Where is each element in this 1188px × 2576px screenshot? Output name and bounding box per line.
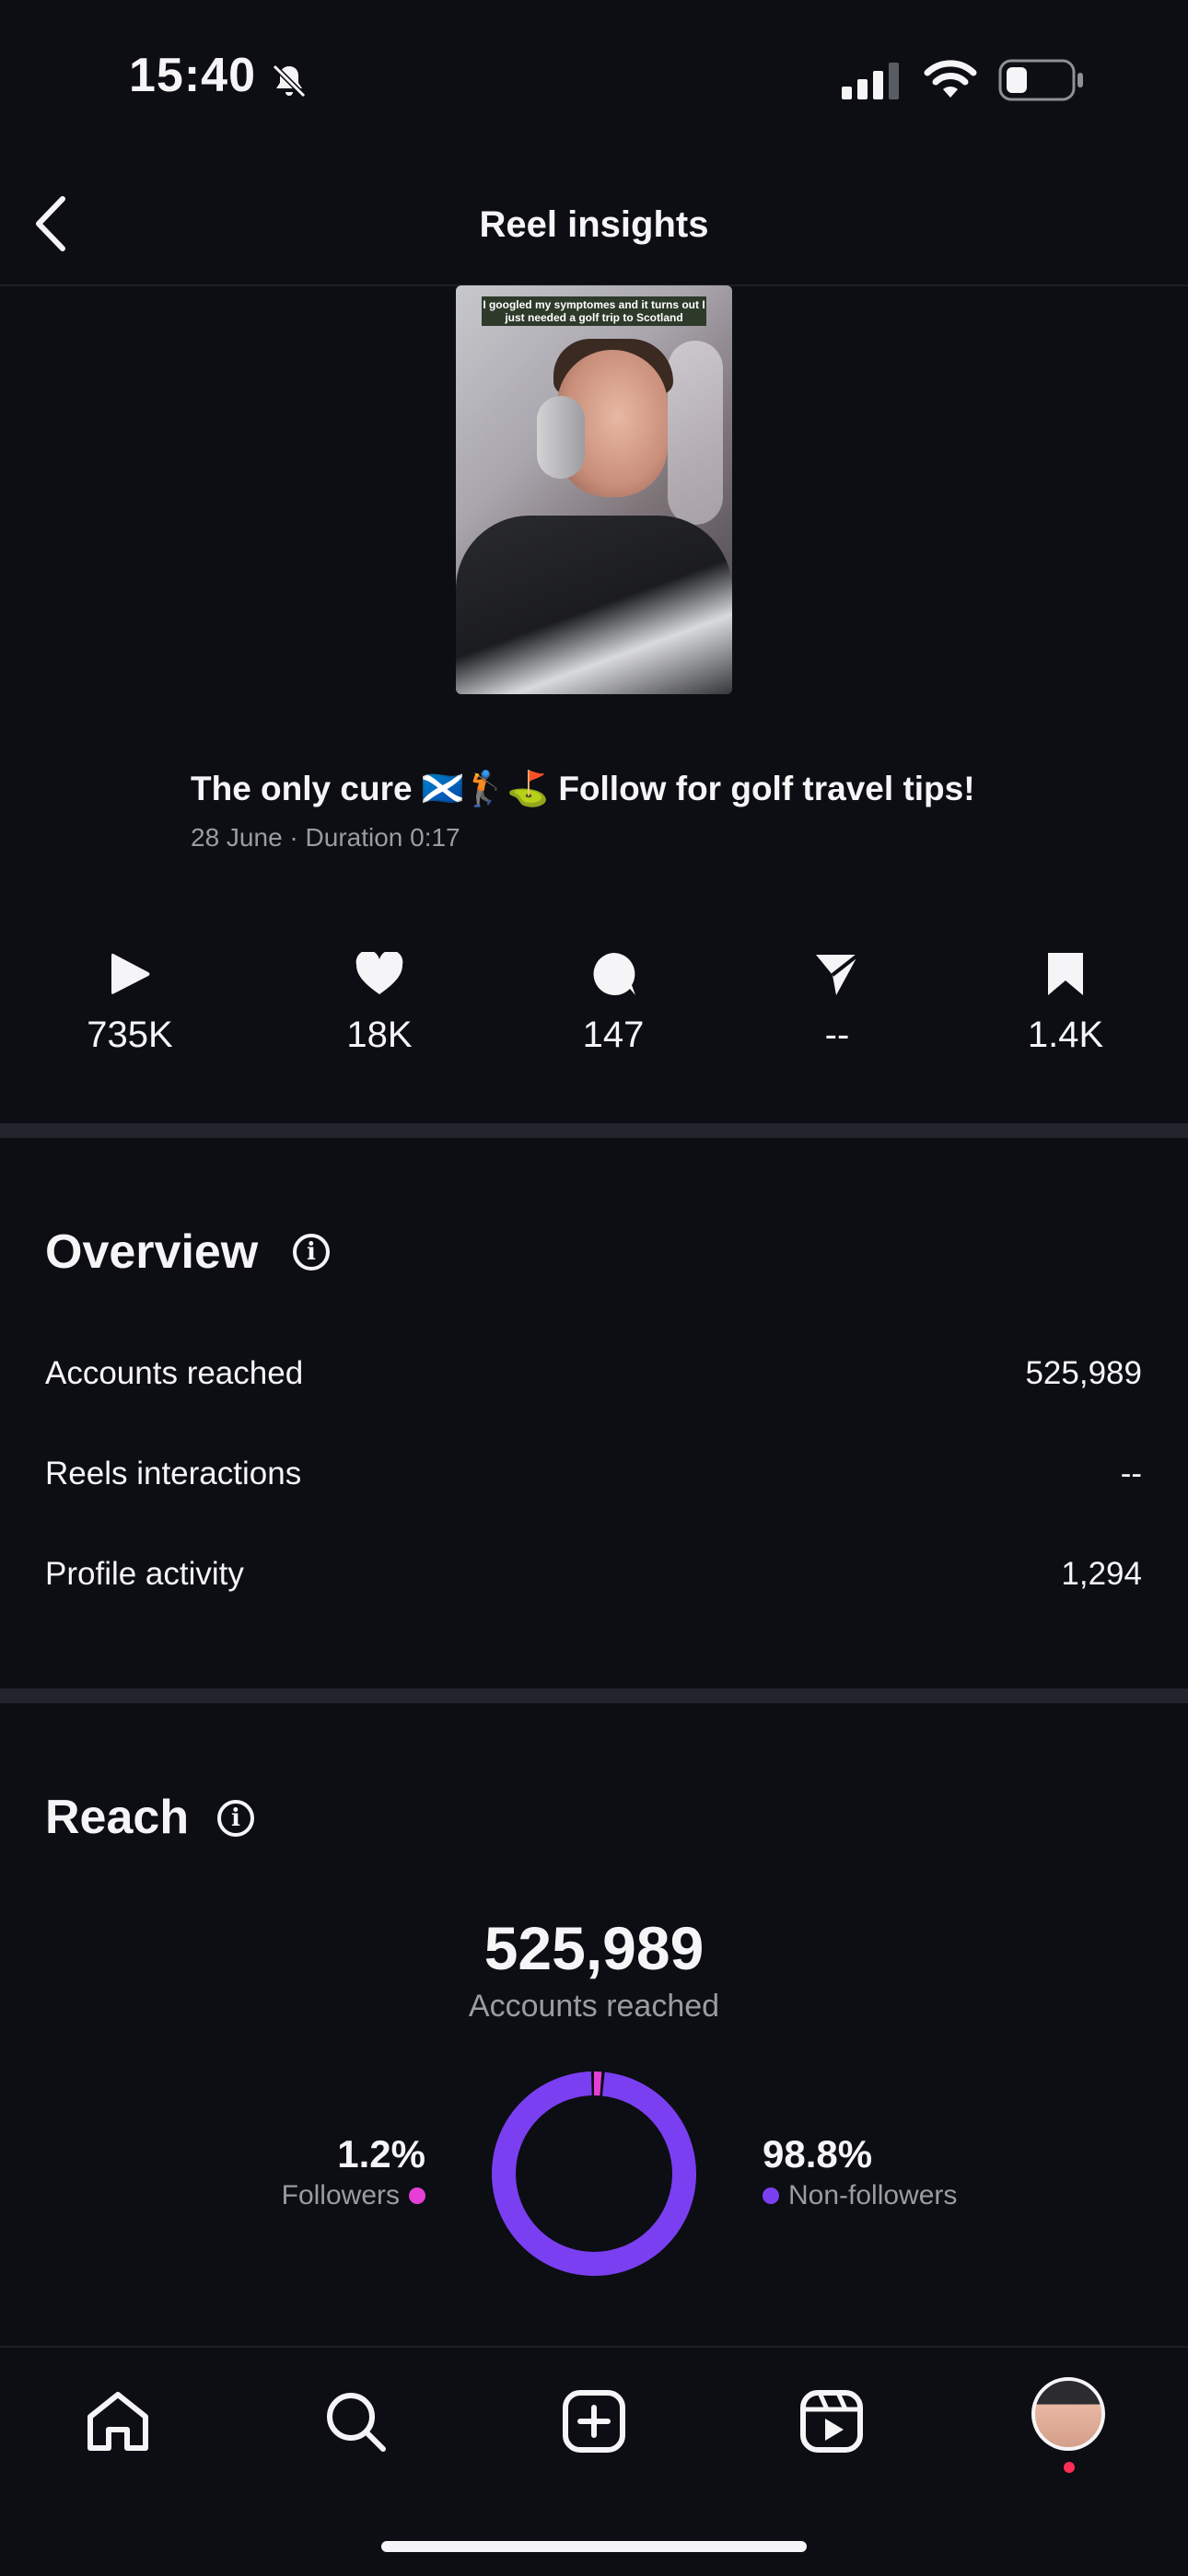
heart-icon <box>287 948 472 1000</box>
page-title: Reel insights <box>479 204 709 245</box>
non-followers-dot <box>763 2187 779 2204</box>
non-followers-legend: 98.8% Non-followers <box>763 2132 1002 2211</box>
section-divider <box>0 1688 1188 1703</box>
overview-row-value: -- <box>1120 1456 1142 1491</box>
section-divider <box>0 1123 1188 1138</box>
battery-icon <box>998 59 1085 106</box>
cellular-signal-icon <box>842 63 903 104</box>
status-time: 15:40 <box>129 49 256 102</box>
stat-value: 1.4K <box>1027 1015 1104 1055</box>
reach-total: 525,989 <box>483 1914 705 1982</box>
overview-row-label: Accounts reached <box>45 1355 304 1391</box>
stat-value: 735K <box>87 1015 173 1055</box>
non-followers-label: Non-followers <box>788 2180 958 2210</box>
stat-value: 18K <box>346 1015 413 1055</box>
stat-shares: -- <box>745 948 929 1056</box>
overview-title: Overview <box>45 1225 259 1279</box>
stat-saves: 1.4K <box>973 948 1158 1056</box>
reel-title: The only cure 🏴󠁧󠁢󠁳󠁣󠁴󠁿🏌️⛳ Follow for golf… <box>191 770 975 807</box>
overview-row-value: 1,294 <box>1061 1556 1142 1592</box>
stat-value: 147 <box>582 1015 645 1055</box>
play-icon <box>38 948 222 1000</box>
wifi-icon <box>923 57 978 104</box>
info-icon[interactable]: i <box>293 1234 330 1271</box>
overview-row-value: 525,989 <box>1025 1355 1142 1391</box>
tab-reels[interactable] <box>786 2375 878 2467</box>
followers-dot <box>409 2187 425 2204</box>
donut-segment-non-followers <box>492 2071 696 2276</box>
stat-comments: 147 <box>521 948 705 1056</box>
home-icon <box>87 2392 148 2451</box>
thumbnail-headphone <box>537 396 585 479</box>
search-icon <box>327 2393 386 2452</box>
share-icon <box>745 948 929 1000</box>
stat-likes: 18K <box>287 948 472 1056</box>
reach-total-label: Accounts reached <box>468 1989 720 2024</box>
info-icon[interactable]: i <box>217 1800 254 1837</box>
profile-avatar[interactable] <box>1031 2377 1105 2451</box>
non-followers-pct: 98.8% <box>763 2132 873 2176</box>
followers-label: Followers <box>281 2180 400 2210</box>
silent-bell-icon <box>269 61 309 106</box>
create-icon <box>563 2390 625 2453</box>
followers-pct: 1.2% <box>337 2132 425 2176</box>
thumbnail-jacket <box>456 516 732 694</box>
reel-thumbnail[interactable]: I googled my symptomes and it turns out … <box>456 285 732 694</box>
stat-value: -- <box>824 1015 850 1055</box>
reels-icon <box>800 2390 863 2453</box>
tab-home[interactable] <box>72 2375 164 2467</box>
bookmark-icon <box>973 948 1158 1000</box>
reach-title: Reach <box>45 1791 190 1844</box>
followers-legend: 1.2% Followers <box>267 2132 425 2211</box>
tab-search[interactable] <box>309 2375 402 2467</box>
tab-create[interactable] <box>548 2375 640 2467</box>
reel-meta: 28 June · Duration 0:17 <box>191 823 460 852</box>
home-indicator[interactable] <box>381 2541 807 2552</box>
reach-donut-chart <box>492 2071 696 2276</box>
airplane-window <box>668 341 723 525</box>
stat-plays: 735K <box>38 948 222 1056</box>
overview-row-label: Reels interactions <box>45 1456 302 1491</box>
thumbnail-caption: I googled my symptomes and it turns out … <box>482 296 706 326</box>
notification-dot <box>1064 2462 1075 2473</box>
overview-row-label: Profile activity <box>45 1556 244 1592</box>
comment-icon <box>521 948 705 1000</box>
